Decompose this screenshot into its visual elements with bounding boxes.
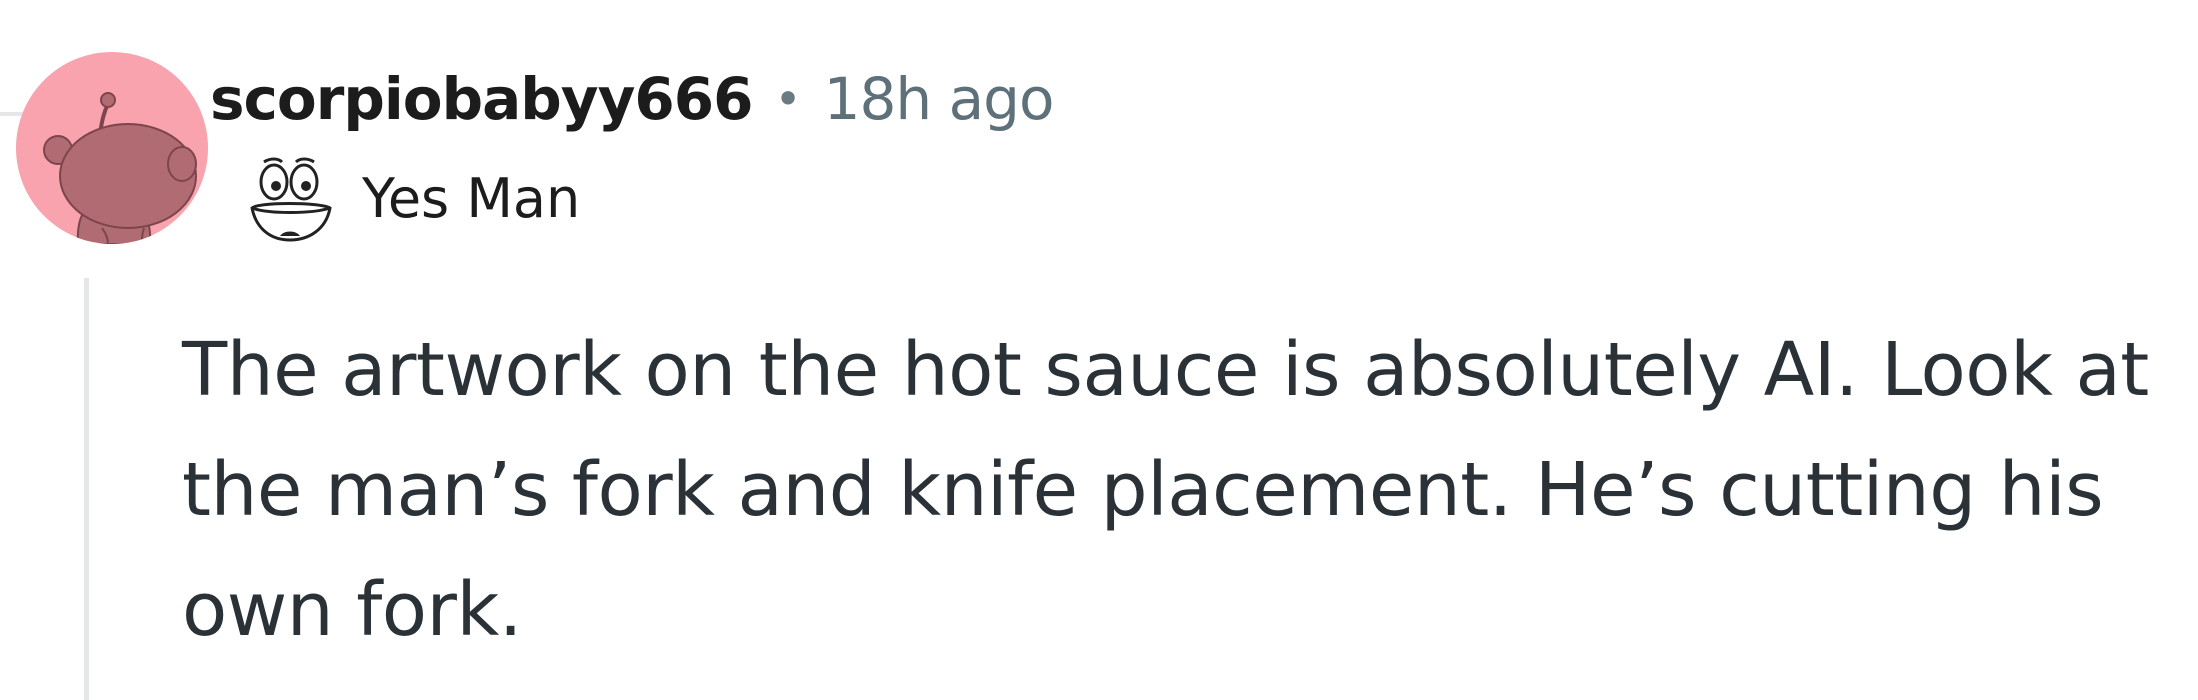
- thread-line[interactable]: [84, 278, 89, 700]
- username-link[interactable]: scorpiobabyy666: [210, 65, 753, 133]
- comment-header: scorpiobabyy666 • 18h ago: [210, 54, 1055, 144]
- user-avatar[interactable]: [16, 52, 208, 244]
- yes-man-face-icon: [250, 157, 332, 242]
- comment-body-text: The artwork on the hot sauce is absolute…: [182, 327, 2149, 653]
- flair-label: Yes Man: [362, 166, 581, 230]
- user-flair: Yes Man: [246, 148, 580, 248]
- meta-separator: •: [774, 72, 802, 126]
- snoo-avatar-icon: [43, 92, 197, 244]
- timestamp-link[interactable]: 18h ago: [824, 65, 1055, 133]
